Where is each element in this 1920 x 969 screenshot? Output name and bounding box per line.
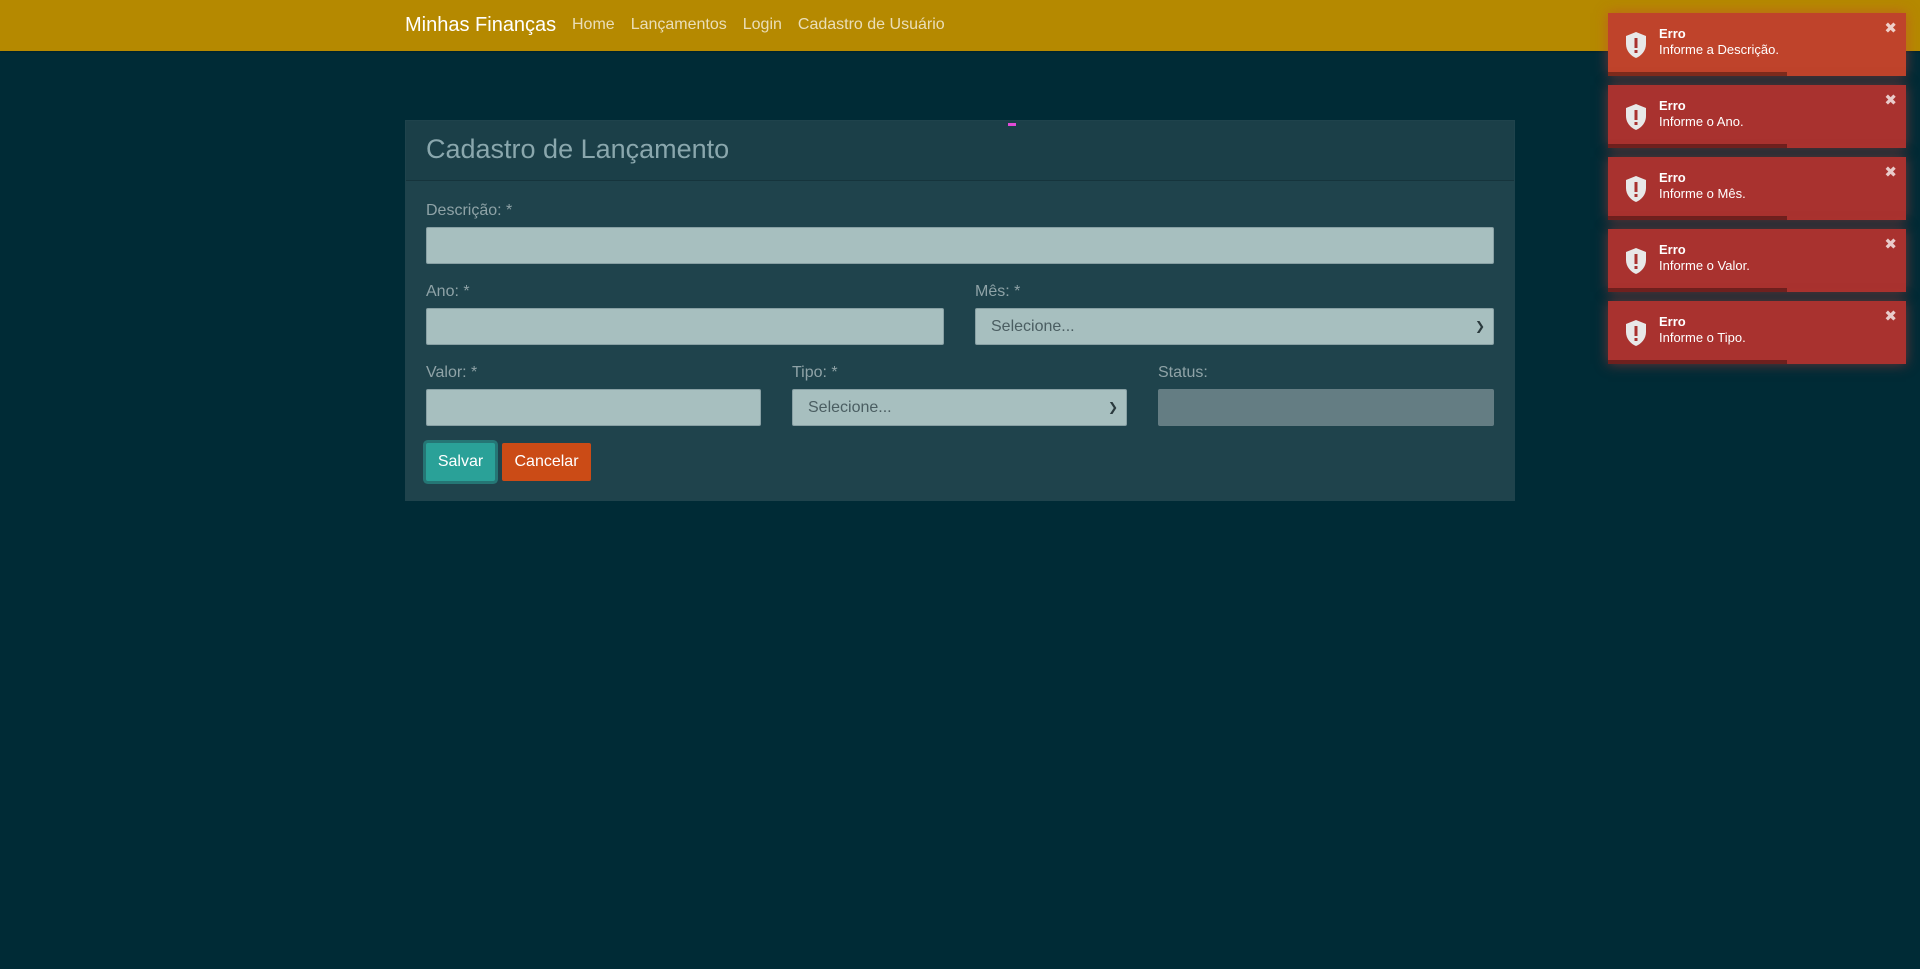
chevron-down-icon: ❯: [1107, 400, 1118, 414]
close-icon[interactable]: ✖: [1884, 19, 1897, 37]
toast-progress-bar: [1608, 216, 1787, 220]
close-icon[interactable]: ✖: [1884, 91, 1897, 109]
toast-progress-bar: [1608, 288, 1787, 292]
ano-label: Ano: *: [426, 283, 470, 300]
error-toast[interactable]: Erro Informe o Ano. ✖: [1608, 85, 1906, 148]
close-icon[interactable]: ✖: [1884, 235, 1897, 253]
marker-dot: [1008, 123, 1016, 126]
toast-title: Erro: [1659, 242, 1686, 257]
chevron-down-icon: ❯: [1474, 319, 1485, 333]
mes-selected-value: Selecione...: [991, 318, 1075, 335]
tipo-label: Tipo: *: [792, 364, 838, 381]
error-toast[interactable]: Erro Informe o Valor. ✖: [1608, 229, 1906, 292]
toast-progress-bar: [1608, 360, 1787, 364]
close-icon[interactable]: ✖: [1884, 307, 1897, 325]
ano-input[interactable]: [426, 308, 944, 345]
shield-warning-icon: [1626, 32, 1646, 58]
toast-progress-bar: [1608, 144, 1787, 148]
toast-progress-bar: [1608, 72, 1787, 76]
error-toast[interactable]: Erro Informe a Descrição. ✖: [1608, 13, 1906, 76]
toast-message: Informe o Ano.: [1659, 114, 1744, 129]
save-button[interactable]: Salvar: [426, 443, 495, 481]
nav-link-home[interactable]: Home: [572, 16, 615, 33]
shield-warning-icon: [1626, 248, 1646, 274]
shield-warning-icon: [1626, 176, 1646, 202]
error-toast[interactable]: Erro Informe o Tipo. ✖: [1608, 301, 1906, 364]
descricao-input[interactable]: [426, 227, 1494, 264]
lancamento-form-card: Cadastro de Lançamento Descrição: * Ano:…: [405, 120, 1515, 501]
nav-link-cadastro-usuario[interactable]: Cadastro de Usuário: [798, 16, 945, 33]
toast-message: Informe o Valor.: [1659, 258, 1750, 273]
tipo-select[interactable]: Selecione... ❯: [792, 389, 1127, 426]
nav-links: Home Lançamentos Login Cadastro de Usuár…: [572, 16, 945, 34]
brand-link[interactable]: Minhas Finanças: [405, 14, 556, 37]
error-toast[interactable]: Erro Informe o Mês. ✖: [1608, 157, 1906, 220]
valor-input[interactable]: [426, 389, 761, 426]
cancel-button[interactable]: Cancelar: [502, 443, 591, 481]
shield-warning-icon: [1626, 104, 1646, 130]
shield-warning-icon: [1626, 320, 1646, 346]
close-icon[interactable]: ✖: [1884, 163, 1897, 181]
page-title: Cadastro de Lançamento: [426, 134, 730, 164]
toast-title: Erro: [1659, 98, 1686, 113]
nav-link-lancamentos[interactable]: Lançamentos: [631, 16, 727, 33]
status-label: Status:: [1158, 364, 1208, 381]
toast-title: Erro: [1659, 26, 1686, 41]
status-input: [1158, 389, 1494, 426]
valor-label: Valor: *: [426, 364, 478, 381]
mes-select[interactable]: Selecione... ❯: [975, 308, 1494, 345]
mes-label: Mês: *: [975, 283, 1021, 300]
card-header: Cadastro de Lançamento: [406, 121, 1514, 181]
descricao-label: Descrição: *: [426, 202, 513, 219]
toast-message: Informe o Mês.: [1659, 186, 1746, 201]
toast-message: Informe a Descrição.: [1659, 42, 1779, 57]
toast-title: Erro: [1659, 170, 1686, 185]
tipo-selected-value: Selecione...: [808, 399, 892, 416]
toast-title: Erro: [1659, 314, 1686, 329]
nav-link-login[interactable]: Login: [743, 16, 782, 33]
toast-message: Informe o Tipo.: [1659, 330, 1746, 345]
